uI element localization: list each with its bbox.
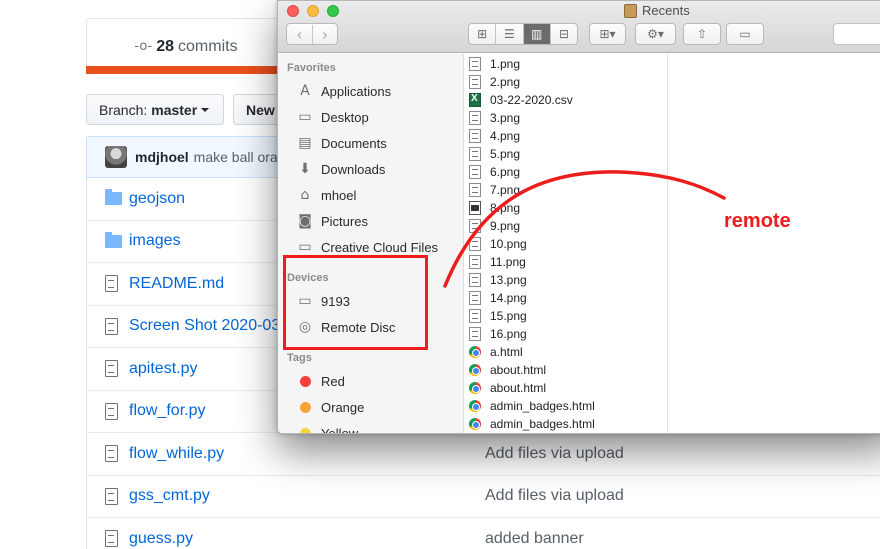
annotation-arrow (443, 170, 726, 288)
annotation-label: remote (724, 210, 791, 232)
